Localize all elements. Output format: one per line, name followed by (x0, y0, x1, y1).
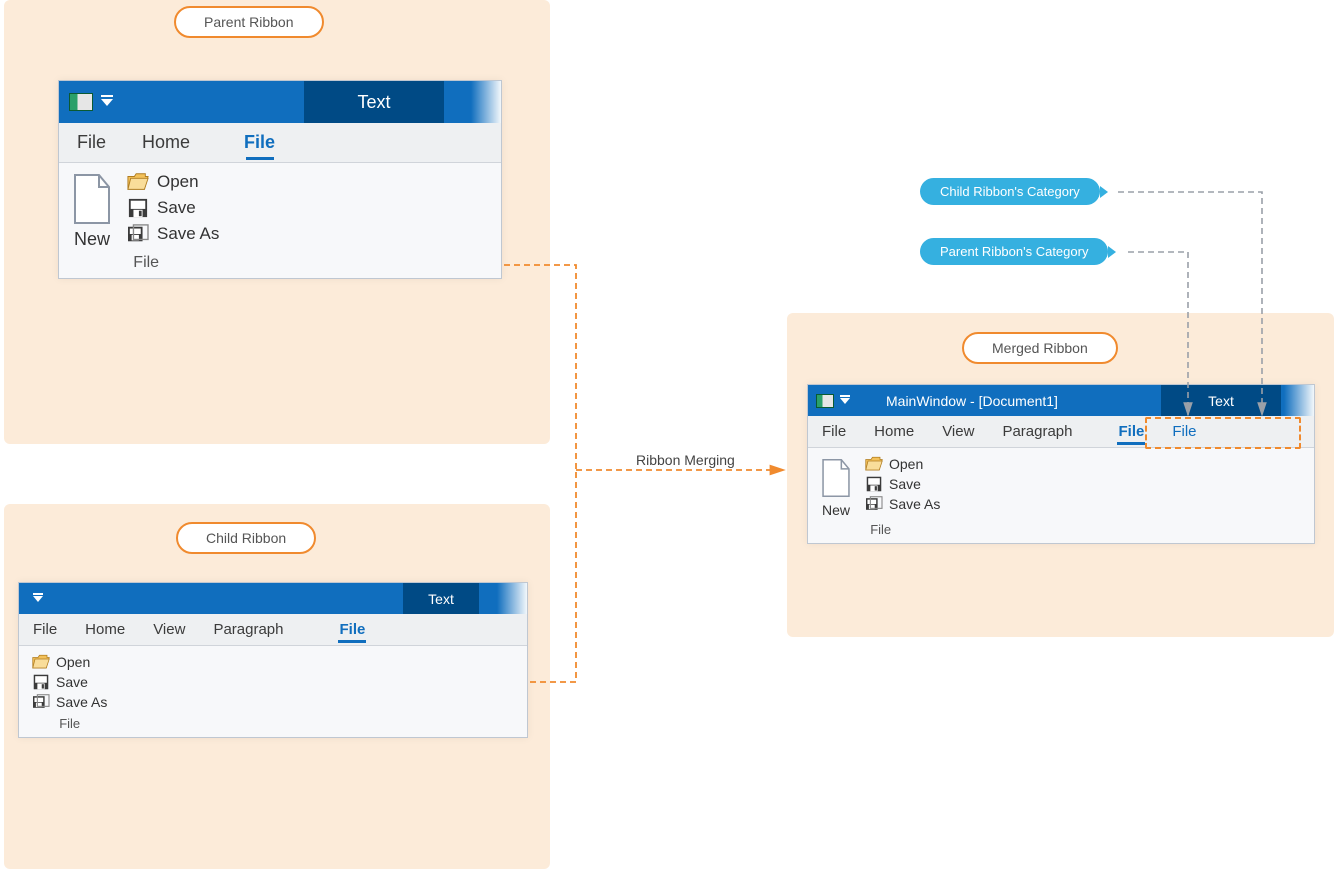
group-file: New Open Save Save As (816, 454, 955, 541)
child-tabs: File Home View Paragraph File (19, 614, 527, 646)
open-label: Open (157, 172, 199, 192)
group-file: New Open Save Save As (67, 169, 235, 276)
child-ribbon-window: Text File Home View Paragraph File Open … (18, 582, 528, 738)
merged-group-label: File (870, 518, 891, 541)
child-groups: Open Save Save As File (19, 646, 527, 737)
ribbon-merging-label: Ribbon Merging (636, 452, 735, 468)
tab-file-context-parent[interactable]: File (1105, 416, 1159, 447)
tab-home[interactable]: Home (860, 416, 928, 447)
save-as-label: Save As (889, 496, 940, 512)
callout-child-category: Child Ribbon's Category (920, 178, 1100, 205)
merged-titlebar: MainWindow - [Document1] Text (808, 385, 1314, 416)
tab-home[interactable]: Home (71, 614, 139, 645)
tab-home[interactable]: Home (124, 123, 208, 162)
save-label: Save (889, 476, 921, 492)
open-label: Open (889, 456, 923, 472)
merged-label: Merged Ribbon (962, 332, 1118, 364)
save-as-button[interactable]: Save As (121, 221, 225, 247)
child-context-tab[interactable]: Text (403, 583, 479, 614)
open-label: Open (56, 654, 90, 670)
open-button[interactable]: Open (860, 454, 945, 474)
new-button[interactable]: New (67, 169, 121, 250)
parent-titlebar: Text (59, 81, 501, 123)
tab-file[interactable]: File (59, 123, 124, 162)
child-group-label: File (59, 712, 80, 735)
save-label: Save (157, 198, 196, 218)
new-button-label: New (74, 229, 110, 250)
child-label: Child Ribbon (176, 522, 316, 554)
qat-dropdown-icon[interactable] (840, 398, 850, 404)
tab-paragraph[interactable]: Paragraph (199, 614, 297, 645)
app-icon (69, 93, 93, 111)
save-label: Save (56, 674, 88, 690)
app-icon (816, 394, 834, 408)
tab-view[interactable]: View (139, 614, 199, 645)
fade-edge (471, 81, 501, 123)
save-button[interactable]: Save (860, 474, 945, 494)
parent-label: Parent Ribbon (174, 6, 324, 38)
parent-ribbon-window: Text File Home File New Open (58, 80, 502, 279)
tab-paragraph[interactable]: Paragraph (988, 416, 1086, 447)
merged-context-tab[interactable]: Text (1161, 385, 1281, 416)
merged-tabs: File Home View Paragraph File File (808, 416, 1314, 448)
window-title: MainWindow - [Document1] (886, 393, 1058, 409)
tab-file-context[interactable]: File (326, 614, 380, 645)
qat-dropdown-icon[interactable] (101, 99, 113, 106)
tab-file[interactable]: File (19, 614, 71, 645)
child-titlebar: Text (19, 583, 527, 614)
tab-file[interactable]: File (808, 416, 860, 447)
save-as-button[interactable]: Save As (27, 692, 112, 712)
callout-parent-category: Parent Ribbon's Category (920, 238, 1108, 265)
parent-context-tab[interactable]: Text (304, 81, 444, 123)
parent-groups: New Open Save Save As (59, 163, 501, 278)
save-button[interactable]: Save (121, 195, 225, 221)
merged-groups: New Open Save Save As (808, 448, 1314, 543)
parent-tabs: File Home File (59, 123, 501, 163)
merged-ribbon-window: MainWindow - [Document1] Text File Home … (807, 384, 1315, 544)
save-as-label: Save As (56, 694, 107, 710)
open-button[interactable]: Open (121, 169, 225, 195)
new-button[interactable]: New (816, 454, 860, 518)
fade-edge (1284, 385, 1314, 416)
tab-file-context-child[interactable]: File (1158, 416, 1210, 447)
tab-file-context[interactable]: File (226, 123, 293, 162)
save-as-button[interactable]: Save As (860, 494, 945, 514)
group-file: Open Save Save As File (27, 652, 122, 735)
save-button[interactable]: Save (27, 672, 112, 692)
qat-dropdown-icon[interactable] (33, 596, 43, 602)
fade-edge (497, 583, 527, 614)
tab-view[interactable]: View (928, 416, 988, 447)
new-button-label: New (822, 502, 850, 518)
parent-group-label: File (133, 250, 159, 276)
open-button[interactable]: Open (27, 652, 112, 672)
save-as-label: Save As (157, 224, 219, 244)
